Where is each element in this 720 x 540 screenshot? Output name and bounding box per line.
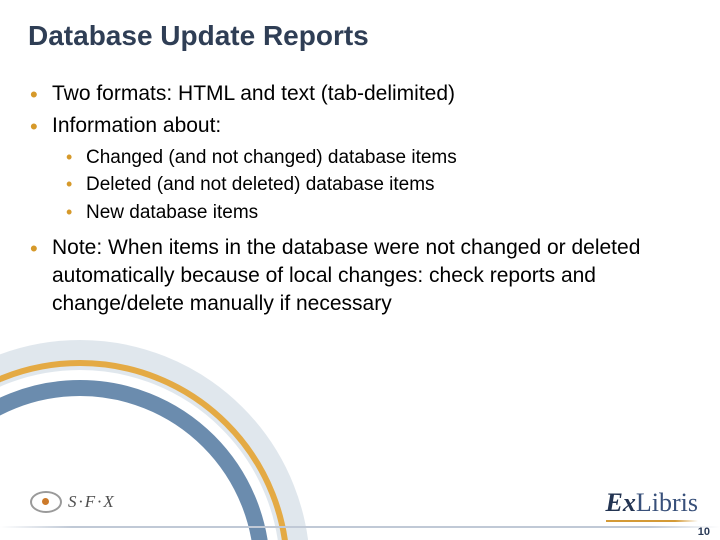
page-number: 10 bbox=[698, 526, 710, 538]
exlibris-ex: Ex bbox=[606, 488, 636, 517]
exlibris-logo: ExLibris bbox=[606, 488, 698, 522]
bullet-text: Information about: bbox=[52, 114, 221, 137]
bullet-item: Note: When items in the database were no… bbox=[28, 234, 690, 319]
sub-bullet-list: Changed (and not changed) database items… bbox=[64, 145, 690, 226]
sfx-logo: S·F·X bbox=[30, 488, 116, 516]
slide-content: Two formats: HTML and text (tab-delimite… bbox=[28, 80, 690, 323]
sfx-logo-icon bbox=[30, 491, 62, 513]
bullet-list: Two formats: HTML and text (tab-delimite… bbox=[28, 80, 690, 319]
sub-bullet-item: Changed (and not changed) database items bbox=[64, 145, 690, 171]
exlibris-libris: Libris bbox=[636, 488, 698, 517]
sub-bullet-item: New database items bbox=[64, 200, 690, 226]
slide-title: Database Update Reports bbox=[28, 20, 369, 52]
bullet-item: Two formats: HTML and text (tab-delimite… bbox=[28, 80, 690, 108]
bullet-item: Information about: Changed (and not chan… bbox=[28, 112, 690, 225]
sub-bullet-item: Deleted (and not deleted) database items bbox=[64, 172, 690, 198]
sfx-logo-text: S·F·X bbox=[68, 492, 116, 512]
slide: Database Update Reports Two formats: HTM… bbox=[0, 0, 720, 540]
exlibris-underline bbox=[606, 520, 698, 522]
footer-divider bbox=[0, 526, 720, 528]
